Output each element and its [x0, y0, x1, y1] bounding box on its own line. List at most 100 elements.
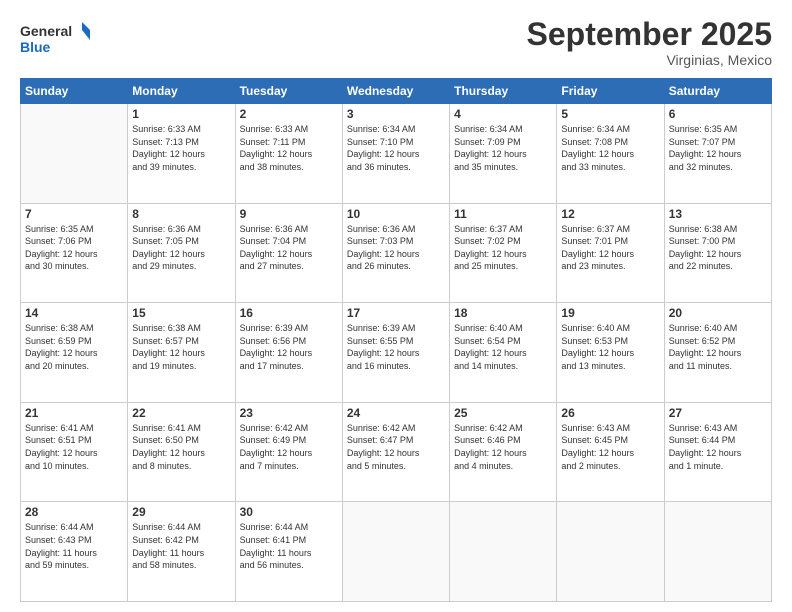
col-saturday: Saturday — [664, 79, 771, 104]
table-row: 12 Sunrise: 6:37 AM Sunset: 7:01 PM Dayli… — [557, 203, 664, 303]
day-number: 21 — [25, 406, 123, 420]
calendar-table: Sunday Monday Tuesday Wednesday Thursday… — [20, 78, 772, 602]
day-details: Sunrise: 6:37 AM Sunset: 7:02 PM Dayligh… — [454, 223, 552, 273]
day-number: 15 — [132, 306, 230, 320]
table-row: 16Sunrise: 6:39 AM Sunset: 6:56 PM Dayli… — [235, 303, 342, 403]
day-number: 23 — [240, 406, 338, 420]
day-number: 30 — [240, 505, 338, 519]
table-row: 9 Sunrise: 6:36 AM Sunset: 7:04 PM Daylig… — [235, 203, 342, 303]
col-monday: Monday — [128, 79, 235, 104]
day-number: 18 — [454, 306, 552, 320]
day-details: Sunrise: 6:42 AM Sunset: 6:47 PM Dayligh… — [347, 422, 445, 472]
day-number: 3 — [347, 107, 445, 121]
day-number: 19 — [561, 306, 659, 320]
col-friday: Friday — [557, 79, 664, 104]
table-row: 15 Sunrise: 6:38 AM Sunset: 6:57 PM Dayli… — [128, 303, 235, 403]
day-number: 14 — [25, 306, 123, 320]
title-block: September 2025 Virginias, Mexico — [527, 18, 772, 68]
table-row: 1 Sunrise: 6:33 AM Sunset: 7:13 PM Daylig… — [128, 104, 235, 204]
logo-svg: General Blue — [20, 18, 90, 58]
day-number: 22 — [132, 406, 230, 420]
day-number: 12 — [561, 207, 659, 221]
table-row: 19 Sunrise: 6:40 AM Sunset: 6:53 PM Dayli… — [557, 303, 664, 403]
day-number: 28 — [25, 505, 123, 519]
day-details: Sunrise: 6:39 AM Sunset: 6:55 PM Dayligh… — [347, 322, 445, 372]
table-row — [21, 104, 128, 204]
table-row — [342, 502, 449, 602]
table-row — [450, 502, 557, 602]
table-row: 28 Sunrise: 6:44 AM Sunset: 6:43 PM Dayli… — [21, 502, 128, 602]
day-details: Sunrise: 6:36 AM Sunset: 7:04 PM Dayligh… — [240, 223, 338, 273]
table-row: 26 Sunrise: 6:43 AM Sunset: 6:45 PM Dayli… — [557, 402, 664, 502]
day-number: 17 — [347, 306, 445, 320]
day-details: Sunrise: 6:40 AM Sunset: 6:53 PM Dayligh… — [561, 322, 659, 372]
month-title: September 2025 — [527, 18, 772, 50]
day-details: Sunrise: 6:34 AM Sunset: 7:10 PM Dayligh… — [347, 123, 445, 173]
table-row: 23 Sunrise: 6:42 AM Sunset: 6:49 PM Dayli… — [235, 402, 342, 502]
table-row: 13 Sunrise: 6:38 AM Sunset: 7:00 PM Dayli… — [664, 203, 771, 303]
table-row: 22 Sunrise: 6:41 AM Sunset: 6:50 PM Dayli… — [128, 402, 235, 502]
day-number: 2 — [240, 107, 338, 121]
day-details: Sunrise: 6:42 AM Sunset: 6:49 PM Dayligh… — [240, 422, 338, 472]
day-number: 8 — [132, 207, 230, 221]
col-wednesday: Wednesday — [342, 79, 449, 104]
day-number: 5 — [561, 107, 659, 121]
day-number: 20 — [669, 306, 767, 320]
header: General Blue September 2025 Virginias, M… — [20, 18, 772, 68]
day-number: 29 — [132, 505, 230, 519]
day-details: Sunrise: 6:44 AM Sunset: 6:42 PM Dayligh… — [132, 521, 230, 571]
table-row: 21 Sunrise: 6:41 AM Sunset: 6:51 PM Dayli… — [21, 402, 128, 502]
day-details: Sunrise: 6:38 AM Sunset: 6:59 PM Dayligh… — [25, 322, 123, 372]
day-number: 4 — [454, 107, 552, 121]
day-details: Sunrise: 6:42 AM Sunset: 6:46 PM Dayligh… — [454, 422, 552, 472]
day-number: 6 — [669, 107, 767, 121]
day-details: Sunrise: 6:34 AM Sunset: 7:08 PM Dayligh… — [561, 123, 659, 173]
day-details: Sunrise: 6:40 AM Sunset: 6:54 PM Dayligh… — [454, 322, 552, 372]
day-details: Sunrise: 6:44 AM Sunset: 6:43 PM Dayligh… — [25, 521, 123, 571]
table-row — [664, 502, 771, 602]
day-number: 26 — [561, 406, 659, 420]
col-thursday: Thursday — [450, 79, 557, 104]
day-number: 1 — [132, 107, 230, 121]
day-details: Sunrise: 6:38 AM Sunset: 7:00 PM Dayligh… — [669, 223, 767, 273]
day-details: Sunrise: 6:35 AM Sunset: 7:06 PM Dayligh… — [25, 223, 123, 273]
table-row: 7Sunrise: 6:35 AM Sunset: 7:06 PM Daylig… — [21, 203, 128, 303]
day-details: Sunrise: 6:43 AM Sunset: 6:45 PM Dayligh… — [561, 422, 659, 472]
table-row: 2 Sunrise: 6:33 AM Sunset: 7:11 PM Daylig… — [235, 104, 342, 204]
day-details: Sunrise: 6:43 AM Sunset: 6:44 PM Dayligh… — [669, 422, 767, 472]
table-row: 14 Sunrise: 6:38 AM Sunset: 6:59 PM Dayli… — [21, 303, 128, 403]
table-row: 10Sunrise: 6:36 AM Sunset: 7:03 PM Dayli… — [342, 203, 449, 303]
day-details: Sunrise: 6:33 AM Sunset: 7:11 PM Dayligh… — [240, 123, 338, 173]
table-row: 3 Sunrise: 6:34 AM Sunset: 7:10 PM Daylig… — [342, 104, 449, 204]
day-details: Sunrise: 6:37 AM Sunset: 7:01 PM Dayligh… — [561, 223, 659, 273]
page: General Blue September 2025 Virginias, M… — [0, 0, 792, 612]
day-number: 11 — [454, 207, 552, 221]
svg-text:Blue: Blue — [20, 39, 51, 55]
table-row: 5 Sunrise: 6:34 AM Sunset: 7:08 PM Daylig… — [557, 104, 664, 204]
table-row: 8Sunrise: 6:36 AM Sunset: 7:05 PM Daylig… — [128, 203, 235, 303]
calendar-header-row: Sunday Monday Tuesday Wednesday Thursday… — [21, 79, 772, 104]
table-row: 29 Sunrise: 6:44 AM Sunset: 6:42 PM Dayli… — [128, 502, 235, 602]
day-details: Sunrise: 6:33 AM Sunset: 7:13 PM Dayligh… — [132, 123, 230, 173]
day-details: Sunrise: 6:34 AM Sunset: 7:09 PM Dayligh… — [454, 123, 552, 173]
logo: General Blue — [20, 18, 90, 58]
table-row: 18 Sunrise: 6:40 AM Sunset: 6:54 PM Dayli… — [450, 303, 557, 403]
day-details: Sunrise: 6:41 AM Sunset: 6:50 PM Dayligh… — [132, 422, 230, 472]
day-number: 10 — [347, 207, 445, 221]
table-row: 20Sunrise: 6:40 AM Sunset: 6:52 PM Dayli… — [664, 303, 771, 403]
table-row — [557, 502, 664, 602]
day-details: Sunrise: 6:41 AM Sunset: 6:51 PM Dayligh… — [25, 422, 123, 472]
day-details: Sunrise: 6:44 AM Sunset: 6:41 PM Dayligh… — [240, 521, 338, 571]
table-row: 27 Sunrise: 6:43 AM Sunset: 6:44 PM Dayli… — [664, 402, 771, 502]
day-number: 13 — [669, 207, 767, 221]
day-number: 9 — [240, 207, 338, 221]
table-row: 11 Sunrise: 6:37 AM Sunset: 7:02 PM Dayli… — [450, 203, 557, 303]
table-row: 6 Sunrise: 6:35 AM Sunset: 7:07 PM Daylig… — [664, 104, 771, 204]
table-row: 30 Sunrise: 6:44 AM Sunset: 6:41 PM Dayli… — [235, 502, 342, 602]
day-number: 27 — [669, 406, 767, 420]
day-details: Sunrise: 6:38 AM Sunset: 6:57 PM Dayligh… — [132, 322, 230, 372]
day-details: Sunrise: 6:39 AM Sunset: 6:56 PM Dayligh… — [240, 322, 338, 372]
svg-text:General: General — [20, 23, 72, 39]
day-details: Sunrise: 6:35 AM Sunset: 7:07 PM Dayligh… — [669, 123, 767, 173]
col-sunday: Sunday — [21, 79, 128, 104]
